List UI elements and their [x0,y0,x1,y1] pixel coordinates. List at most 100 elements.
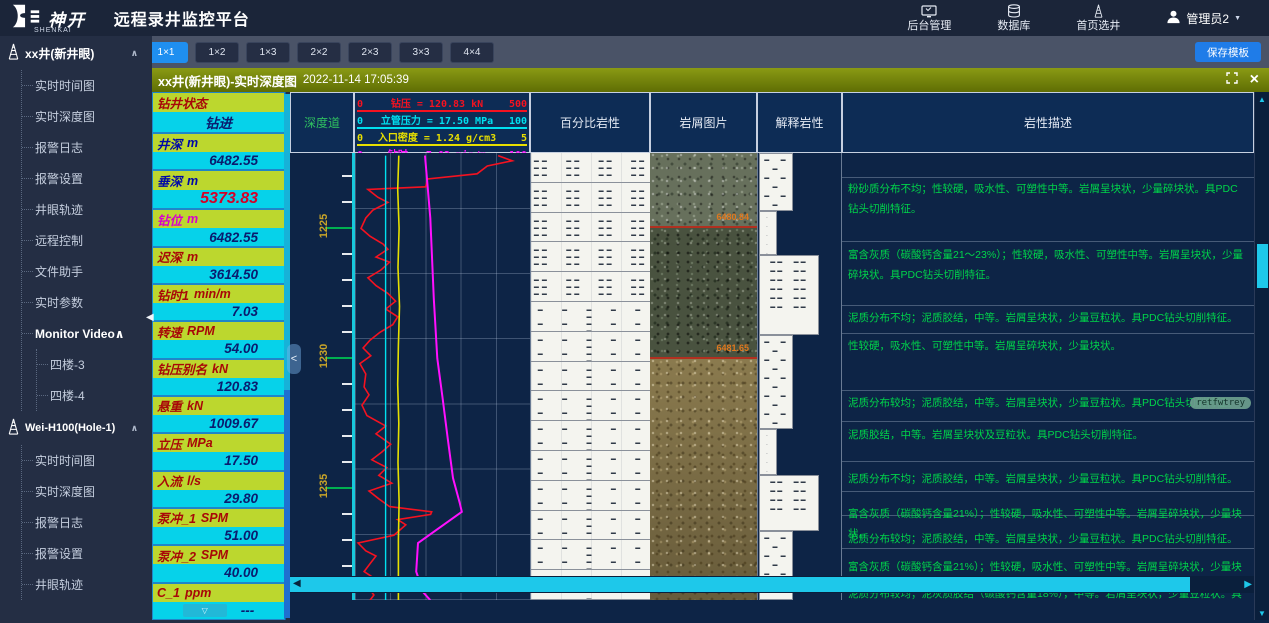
sidebar-item-monitor-video[interactable]: Monitor Video∧ [22,318,152,349]
lithology-percent-row: ▬ ▬ ▬ ▬ ▬ ▬▬ ▬ ▬ ▬ ▬ ▬ [531,451,650,481]
monitor-icon [921,5,937,18]
param-row-垂深: 垂深m5373.83 [152,170,285,209]
param-row-立压: 立压MPa17.50 [152,433,285,470]
sidebar-item-实时参数[interactable]: 实时参数 [22,287,152,318]
tree-connector [22,271,33,272]
photo-depth-label: 6480.84 [716,212,749,222]
lithology-percent-row: ▬ ▬ ▬ ▬ ▬ ▬▬ ▬ ▬ ▬ ▬ ▬ [531,302,650,332]
lithology-percent-row: ▬▬ ▬▬ ▬▬ ▬▬▬▬ ▬▬ ▬▬ ▬▬▬▬ ▬▬ ▬▬ ▬▬ [531,183,650,213]
param-label: 钻位m [152,209,285,228]
nav-backend-admin[interactable]: 后台管理 [907,5,951,32]
depth-minor-tick [342,409,352,411]
param-row-泵冲_2: 泵冲_2SPM40.00 [152,545,285,582]
param-value-text: 54.00 [224,341,258,356]
interp-lithology-block: · · ·· · ·· · · [759,211,777,255]
depth-minor-tick [342,201,352,203]
scroll-up-icon[interactable]: ▲ [1255,92,1269,106]
sidebar-item-四楼-3[interactable]: 四楼-3 [37,349,152,380]
interp-lithology-block: ▬ ▬ ▬▬ ▬ ▬▬ ▬ ▬▬ ▬ ▬▬ ▬ ▬▬ ▬ ▬▬ ▬ ▬ [759,335,793,429]
collapse-caret-icon[interactable]: ∧ [131,423,138,434]
chart-collapse-handle[interactable]: < [287,344,301,374]
layout-button-3×3[interactable]: 3×3 [399,42,443,63]
scroll-right-icon[interactable]: ▶ [1244,579,1252,590]
depth-minor-tick [342,513,352,515]
layout-button-1×2[interactable]: 1×2 [195,42,239,63]
close-icon[interactable]: × [1250,73,1259,87]
sidebar-item-报警设置[interactable]: 报警设置 [22,163,152,194]
layout-button-2×2[interactable]: 2×2 [297,42,341,63]
curve-入口密度 [398,156,400,600]
param-value-text: 17.50 [224,453,258,468]
scroll-left-icon[interactable]: ◀ [293,578,301,589]
layout-button-4×4[interactable]: 4×4 [450,42,494,63]
layout-button-2×3[interactable]: 2×3 [348,42,392,63]
layout-toolbar: 1×11×21×32×22×33×34×4 保存模板 [137,36,1269,68]
sidebar-item-四楼-4[interactable]: 四楼-4 [37,380,152,411]
nav-database[interactable]: 数据库 [997,4,1030,32]
interp-lithology-block: ▬▬ ▬▬▬▬ ▬▬▬▬ ▬▬▬▬ ▬▬ [759,475,819,531]
layout-button-1×3[interactable]: 1×3 [246,42,290,63]
param-value: 7.03 [152,303,285,321]
sidebar-item-label: 报警设置 [35,170,83,187]
param-row-入流: 入流l/s29.80 [152,471,285,508]
legend-max: 5 [501,133,527,144]
tree-connector [22,333,33,334]
horizontal-scroll-thumb[interactable] [290,577,1190,592]
sidebar-item-远程控制[interactable]: 远程控制 [22,225,152,256]
sidebar-collapse-handle[interactable]: ◀ [146,312,154,323]
save-template-button[interactable]: 保存模板 [1195,42,1261,62]
cuttings-photo-section: 6480.84 [650,153,757,228]
sidebar-item-实时时间图[interactable]: 实时时间图 [22,70,152,101]
sidebar-well-0[interactable]: xx井(新井眼)∧ [0,36,152,70]
sidebar-item-实时深度图[interactable]: 实时深度图 [22,101,152,132]
legend-min: 0 [357,133,373,144]
collapse-caret-icon[interactable]: ∧ [131,48,138,59]
param-row-C_1: C_1ppm▽--- [152,583,285,620]
fullscreen-icon[interactable] [1226,71,1238,89]
sidebar-item-井眼轨迹[interactable]: 井眼轨迹 [22,569,152,600]
param-row-泵冲_1: 泵冲_1SPM51.00 [152,508,285,545]
sidebar-item-井眼轨迹[interactable]: 井眼轨迹 [22,194,152,225]
horizontal-scrollbar[interactable]: ◀ ▶ [290,576,1254,593]
param-name: 悬重 [157,396,182,415]
param-name: 钻压别名 [157,359,207,378]
depth-minor-tick [342,565,352,567]
param-unit: SPM [201,511,228,525]
tree-connector [22,522,33,523]
param-unit: m [187,174,198,188]
lithology-percent-row: ▬▬ ▬▬ ▬▬ ▬▬▬▬ ▬▬ ▬▬ ▬▬▬▬ ▬▬ ▬▬ ▬▬ [531,213,650,243]
param-unit: kN [212,362,228,376]
param-unit: RPM [187,324,215,338]
curve-钻压 [358,156,512,600]
cuttings-photo-section [650,359,757,600]
user-menu[interactable]: 管理员2 ▼ [1166,9,1241,27]
interp-lithology-block: ▬▬ ▬▬▬▬ ▬▬▬▬ ▬▬▬▬ ▬▬▬▬ ▬▬▬▬ ▬▬ [759,255,819,335]
nav-home-well-select[interactable]: 首页选井 [1076,4,1120,32]
param-dropdown-button[interactable]: ▽ [183,604,227,617]
sidebar-item-报警日志[interactable]: 报警日志 [22,507,152,538]
depth-minor-tick [342,253,352,255]
param-row-井深: 井深m6482.55 [152,133,285,170]
vertical-scrollbar[interactable]: ▲ ▼ [1254,92,1269,620]
lithology-desc-track: 粉砂质分布不均；性较硬，吸水性、可塑性中等。岩屑呈块状，少量碎块状。具PDC钻头… [842,153,1254,600]
scroll-down-icon[interactable]: ▼ [1255,606,1269,620]
lithology-description: 粉砂质分布不均；性较硬，吸水性、可塑性中等。岩屑呈块状，少量碎块状。具PDC钻头… [848,179,1246,219]
sidebar-item-报警日志[interactable]: 报警日志 [22,132,152,163]
sidebar-item-报警设置[interactable]: 报警设置 [22,538,152,569]
sidebar-item-实时深度图[interactable]: 实时深度图 [22,476,152,507]
vertical-scroll-thumb[interactable] [1257,244,1268,288]
param-name: 垂深 [157,171,182,190]
sidebar-item-实时时间图[interactable]: 实时时间图 [22,445,152,476]
database-icon [1007,4,1021,18]
collapse-caret-icon[interactable]: ∧ [115,327,125,341]
param-name: 钻时1 [157,285,189,304]
curve-legend: 0钻压 = 120.83 kN5000立管压力 = 17.50 MPa1000入… [354,92,530,153]
sidebar-item-文件助手[interactable]: 文件助手 [22,256,152,287]
parameter-scroll-thumb[interactable] [284,390,290,618]
header-nav: 后台管理 数据库 首页选井 管理员2 ▼ [907,4,1241,32]
param-unit: min/m [194,287,231,301]
description-separator [842,421,1254,422]
sidebar-well-1[interactable]: Wei-H100(Hole-1)∧ [0,411,152,445]
lithology-description: 泥质分布不均；泥质胶结，中等。岩屑呈块状，少量豆粒状。具PDC钻头切削特征。 [848,469,1246,489]
param-value-text: 40.00 [224,565,258,580]
